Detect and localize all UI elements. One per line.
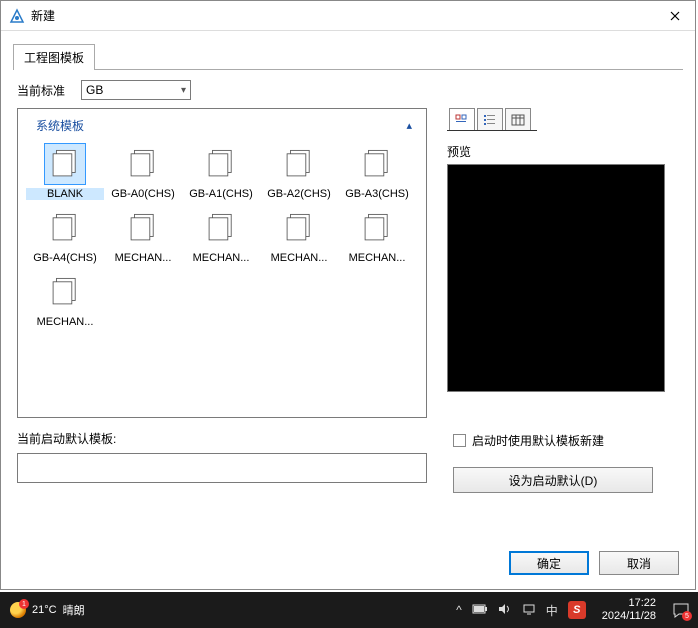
template-label: MECHAN... (182, 252, 260, 264)
template-item[interactable]: MECHAN... (182, 204, 260, 268)
template-item[interactable]: GB-A1(CHS) (182, 140, 260, 204)
template-label: BLANK (26, 188, 104, 200)
clock[interactable]: 17:22 2024/11/28 (602, 597, 656, 623)
template-icon (201, 208, 241, 248)
chevron-down-icon: ▾ (181, 85, 186, 96)
dialog-body: 当前标准 GB ▾ 系统模板 ▴ BLANKGB-A0(CHS)GB-A1(CH… (1, 70, 695, 541)
notification-icon[interactable]: 5 (672, 601, 690, 619)
titlebar: 新建 (1, 1, 695, 31)
collapse-icon: ▴ (406, 119, 412, 132)
template-label: MECHAN... (26, 316, 104, 328)
dialog-footer: 确定 取消 (1, 541, 695, 589)
taskbar-weather[interactable]: 1 21°C 晴朗 (10, 602, 456, 618)
sogou-ime-icon[interactable]: S (568, 601, 586, 619)
template-item[interactable]: GB-A0(CHS) (104, 140, 182, 204)
template-icon (123, 144, 163, 184)
template-icon (357, 208, 397, 248)
app-icon (9, 8, 25, 24)
template-item[interactable]: GB-A2(CHS) (260, 140, 338, 204)
template-item[interactable]: MECHAN... (26, 268, 104, 332)
startup-default-checkbox[interactable] (453, 434, 466, 447)
preview-box (447, 164, 665, 392)
network-icon[interactable] (522, 603, 536, 618)
system-tray: ^ 中 S 17:22 2024/11/28 5 (456, 597, 690, 623)
tray-overflow-icon[interactable]: ^ (456, 603, 462, 617)
volume-icon[interactable] (498, 603, 512, 618)
template-icon (279, 208, 319, 248)
template-label: GB-A1(CHS) (182, 188, 260, 200)
template-icon (279, 144, 319, 184)
template-label: GB-A3(CHS) (338, 188, 416, 200)
preview-label: 预览 (447, 143, 679, 160)
current-default-label: 当前启动默认模板: (17, 430, 427, 447)
list-view-button[interactable] (477, 108, 503, 130)
weather-icon: 1 (10, 602, 26, 618)
template-label: MECHAN... (104, 252, 182, 264)
close-button[interactable] (655, 1, 695, 31)
tab-drawing-template[interactable]: 工程图模板 (13, 44, 95, 70)
startup-default-label: 启动时使用默认模板新建 (472, 432, 604, 449)
battery-icon[interactable] (472, 603, 488, 617)
template-label: MECHAN... (260, 252, 338, 264)
standard-value: GB (86, 83, 103, 97)
template-icon (45, 144, 85, 184)
template-item[interactable]: GB-A3(CHS) (338, 140, 416, 204)
template-label: GB-A2(CHS) (260, 188, 338, 200)
tab-strip: 工程图模板 (1, 31, 695, 69)
template-icon (123, 208, 163, 248)
ok-button[interactable]: 确定 (509, 551, 589, 575)
template-item[interactable]: MECHAN... (338, 204, 416, 268)
template-icon (201, 144, 241, 184)
template-label: GB-A4(CHS) (26, 252, 104, 264)
taskbar: 1 21°C 晴朗 ^ 中 S 17:22 2024/11/28 5 (0, 592, 698, 628)
standard-label: 当前标准 (17, 82, 65, 99)
template-label: GB-A0(CHS) (104, 188, 182, 200)
template-icon (45, 208, 85, 248)
current-default-textbox[interactable] (17, 453, 427, 483)
dialog-title: 新建 (31, 7, 655, 24)
standard-select[interactable]: GB ▾ (81, 80, 191, 100)
ime-icon[interactable]: 中 (546, 602, 558, 619)
cancel-button[interactable]: 取消 (599, 551, 679, 575)
template-icon (45, 272, 85, 312)
set-default-button[interactable]: 设为启动默认(D) (453, 467, 653, 493)
template-item[interactable]: BLANK (26, 140, 104, 204)
template-item[interactable]: MECHAN... (104, 204, 182, 268)
template-list: 系统模板 ▴ BLANKGB-A0(CHS)GB-A1(CHS)GB-A2(CH… (17, 108, 427, 418)
template-item[interactable]: MECHAN... (260, 204, 338, 268)
template-label: MECHAN... (338, 252, 416, 264)
detail-view-button[interactable] (505, 108, 531, 130)
view-mode-buttons (447, 108, 537, 131)
new-dialog: 新建 工程图模板 当前标准 GB ▾ 系统模板 ▴ BLANKGB-A0(CHS… (0, 0, 696, 590)
template-icon (357, 144, 397, 184)
group-header[interactable]: 系统模板 ▴ (24, 113, 420, 140)
template-item[interactable]: GB-A4(CHS) (26, 204, 104, 268)
large-icons-view-button[interactable] (449, 108, 475, 130)
